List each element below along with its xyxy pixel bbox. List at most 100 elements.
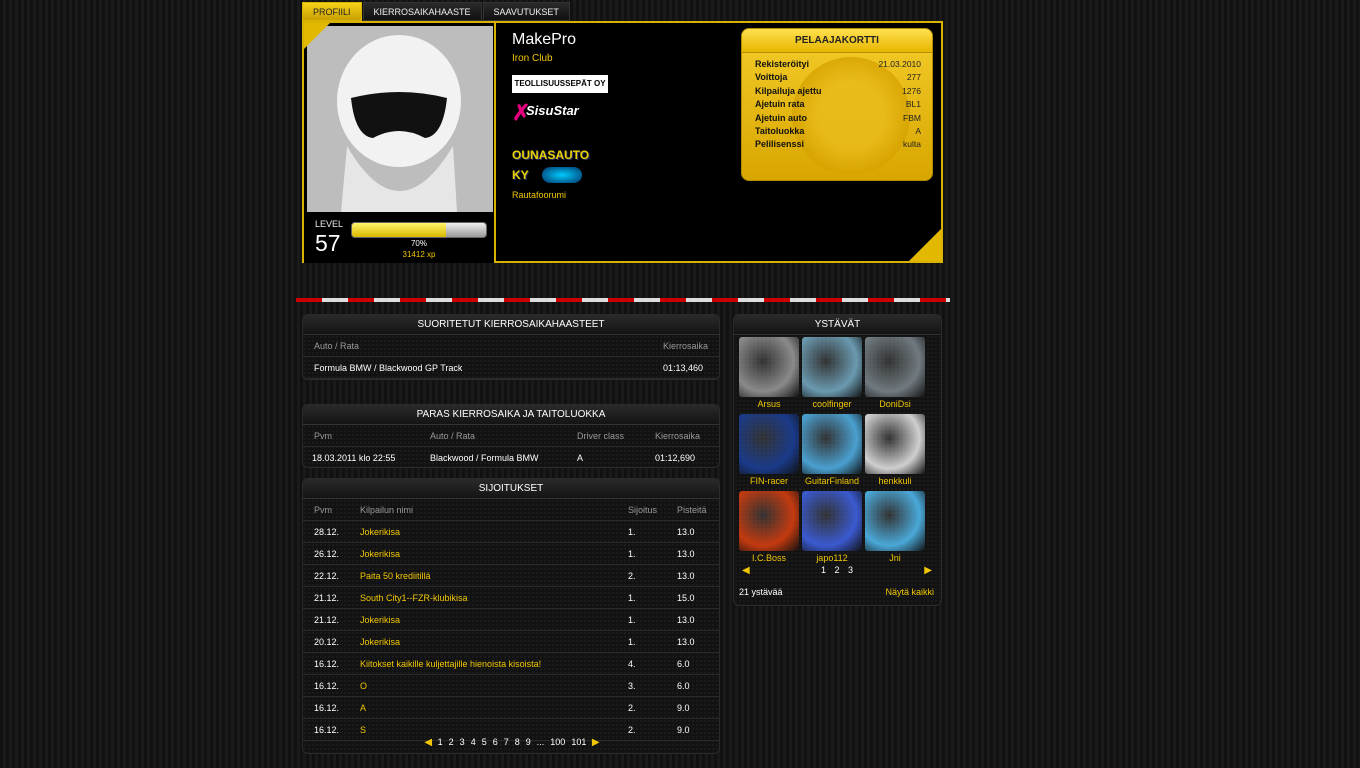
friend-item[interactable]: DoniDsi	[865, 337, 925, 409]
friend-avatar	[802, 414, 862, 474]
friend-item[interactable]: japo112	[802, 491, 862, 563]
page-link[interactable]: 7	[504, 737, 509, 747]
friend-item[interactable]: I.C.Boss	[739, 491, 799, 563]
result-position: 3.	[628, 681, 636, 691]
results-panel: SIJOITUKSET Pvm Kilpailun nimi Sijoitus …	[302, 478, 720, 754]
table-row: 18.03.2011 klo 22:55 Blackwood / Formula…	[303, 447, 719, 467]
page: PROFIILI KIERROSAIKAHAASTE SAAVUTUKSET L…	[296, 0, 950, 768]
page-link[interactable]: 3	[848, 565, 853, 575]
friend-name: japo112	[816, 553, 848, 563]
show-all-friends-link[interactable]: Näytä kaikki	[885, 587, 934, 597]
corner-accent	[909, 229, 941, 261]
sponsor-name: SisuStar	[526, 103, 579, 118]
friend-name: DoniDsi	[879, 399, 911, 409]
player-card-key: Pelilisenssi	[755, 139, 805, 150]
tab-kierrosaikahaaste[interactable]: KIERROSAIKAHAASTE	[362, 2, 482, 21]
result-points: 13.0	[677, 571, 695, 581]
player-card-key: Kilpailuja ajettu	[755, 85, 822, 96]
sponsor-logo-sisustar[interactable]: ✗ SisuStar	[512, 99, 608, 135]
page-link[interactable]: 6	[493, 737, 498, 747]
race-name-link[interactable]: Jokerikisa	[360, 631, 400, 653]
page-link[interactable]: 1	[821, 565, 826, 575]
tab-profiili[interactable]: PROFIILI	[302, 2, 362, 21]
results-pagination: ◀ 1 2 3 4 5 6 7 8 9... 100 101 ▶	[303, 737, 719, 748]
friend-item[interactable]: henkkuli	[865, 414, 925, 486]
friend-name: coolfinger	[812, 399, 852, 409]
result-points: 13.0	[677, 549, 695, 559]
player-name: MakePro	[512, 31, 577, 48]
result-date: 26.12.	[314, 549, 340, 559]
prev-arrow-icon[interactable]: ◀	[742, 565, 750, 576]
challenges-title: SUORITETUT KIERROSAIKAHAASTEET	[303, 315, 719, 335]
race-name-link[interactable]: Jokerikisa	[360, 543, 400, 565]
result-date: 21.12.	[314, 593, 340, 603]
col-pvm: Pvm	[314, 431, 332, 441]
sponsor-logo-teollisuussepat[interactable]: TEOLLISUUSSEPÄT OY	[512, 75, 608, 93]
player-card-row: Kilpailuja ajettu 1276	[755, 86, 921, 99]
table-row: 20.12. Jokerikisa 1. 13.0	[303, 631, 719, 653]
sisustar-mark-icon: ✗	[512, 100, 531, 125]
next-arrow-icon[interactable]: ▶	[924, 565, 932, 576]
page-link[interactable]: 101	[571, 737, 586, 747]
friend-name: Arsus	[757, 399, 781, 409]
page-link[interactable]: 2	[834, 565, 839, 575]
friend-avatar	[739, 491, 799, 551]
prev-arrow-icon[interactable]: ◀	[424, 737, 432, 748]
page-link[interactable]: 1	[438, 737, 443, 747]
rautafoorumi-link[interactable]: Rautafoorumi	[512, 190, 566, 200]
race-name-link[interactable]: Jokerikisa	[360, 609, 400, 631]
friend-avatar	[802, 337, 862, 397]
friend-name: GuitarFinland	[804, 476, 860, 486]
col-auto-rata: Auto / Rata	[430, 431, 476, 441]
player-card-value: 1276	[902, 85, 921, 96]
sponsor-logo-ounasauto[interactable]: OUNASAUTO KY	[512, 145, 608, 189]
profile-box: LEVEL 57 70% 31412 xp MakePro Iron Club …	[302, 21, 943, 263]
friend-item[interactable]: FIN-racer	[739, 414, 799, 486]
player-card-row: Pelilisenssi kulta	[755, 139, 921, 152]
player-card-key: Rekisteröityi	[755, 59, 810, 69]
friends-pagination: ◀ 1 2 3 ▶	[742, 565, 932, 576]
table-row: 28.12. Jokerikisa 1. 13.0	[303, 521, 719, 543]
race-name-link[interactable]: Jokerikisa	[360, 521, 400, 543]
friend-item[interactable]: Jni	[865, 491, 925, 563]
col-sijoitus: Sijoitus	[628, 505, 658, 515]
next-arrow-icon[interactable]: ▶	[592, 737, 600, 748]
friend-item[interactable]: GuitarFinland	[802, 414, 862, 486]
page-link[interactable]: 3	[460, 737, 465, 747]
page-link[interactable]: 8	[515, 737, 520, 747]
challenges-panel: SUORITETUT KIERROSAIKAHAASTEET Auto / Ra…	[302, 314, 720, 380]
page-link[interactable]: 4	[471, 737, 476, 747]
page-link[interactable]: 5	[482, 737, 487, 747]
friend-name: henkkuli	[878, 476, 912, 486]
page-link[interactable]: 100	[550, 737, 565, 747]
player-card-row: Voittoja 277	[755, 72, 921, 85]
race-name-link[interactable]: O	[360, 675, 367, 697]
result-position: 1.	[628, 527, 636, 537]
race-name-link[interactable]: Paita 50 krediitillä	[360, 565, 431, 587]
table-row: 16.12. Kiitokset kaikille kuljettajille …	[303, 653, 719, 675]
player-card: PELAAJAKORTTI Rekisteröityi 21.03.2010 Voi…	[741, 28, 933, 181]
result-points: 6.0	[677, 659, 690, 669]
page-link[interactable]: 9	[526, 737, 531, 747]
result-points: 6.0	[677, 681, 690, 691]
tab-saavutukset[interactable]: SAAVUTUKSET	[482, 2, 570, 21]
club-link[interactable]: Iron Club	[512, 53, 553, 64]
col-kierrosaika: Kierrosaika	[663, 341, 709, 351]
friend-item[interactable]: Arsus	[739, 337, 799, 409]
best-date: 18.03.2011 klo 22:55	[312, 453, 396, 463]
race-name-link[interactable]: Kiitokset kaikille kuljettajille hienois…	[360, 653, 541, 675]
race-name-link[interactable]: A	[360, 697, 366, 719]
friend-item[interactable]: coolfinger	[802, 337, 862, 409]
player-card-rows: Rekisteröityi 21.03.2010 Voittoja 277 Kilpai…	[755, 59, 921, 153]
page-link[interactable]: 2	[449, 737, 454, 747]
player-card-key: Taitoluokka	[755, 125, 805, 136]
result-date: 16.12.	[314, 659, 340, 669]
tab-bar: PROFIILI KIERROSAIKAHAASTE SAAVUTUKSET	[302, 2, 571, 21]
race-name-link[interactable]: South City1--FZR-klubikisa	[360, 587, 468, 609]
profile-photo-frame: LEVEL 57 70% 31412 xp	[304, 23, 496, 263]
player-card-value: 21.03.2010	[878, 59, 921, 69]
friend-avatar	[802, 491, 862, 551]
player-card-row: Ajetuin rata BL1	[755, 99, 921, 112]
result-date: 28.12.	[314, 527, 340, 537]
page-link[interactable]: ...	[537, 737, 545, 747]
